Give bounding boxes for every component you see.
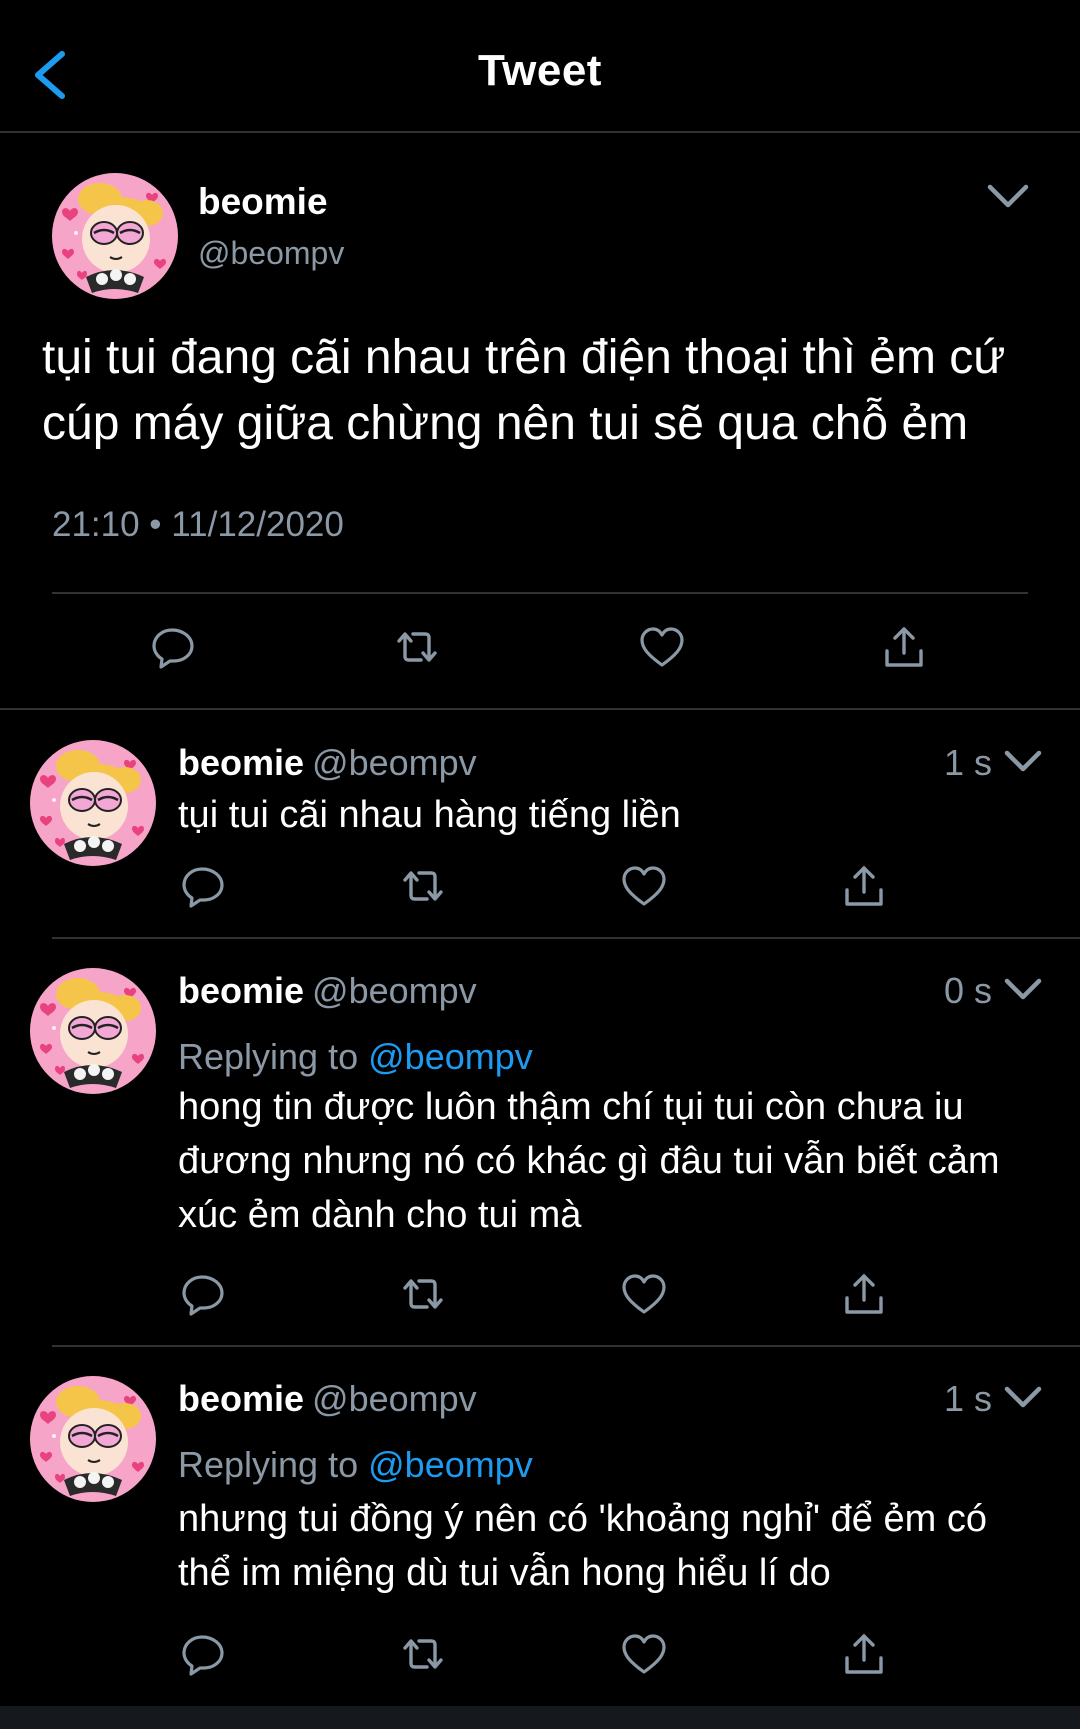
share-icon[interactable] (840, 1270, 888, 1318)
author-handle[interactable]: @beompv (198, 235, 344, 272)
bottom-bar (0, 1706, 1080, 1729)
chevron-down-icon[interactable] (1003, 972, 1043, 1008)
page-title: Tweet (478, 46, 602, 95)
reply-actions (0, 1270, 1080, 1330)
like-icon[interactable] (638, 623, 686, 671)
tweet-text: tụi tui đang cãi nhau trên điện thoại th… (42, 331, 1006, 450)
author-name[interactable]: beomie (198, 181, 328, 223)
retweet-icon[interactable] (399, 1630, 447, 1678)
avatar[interactable] (30, 1376, 156, 1502)
replying-to-line: Replying to @beompv (178, 1444, 533, 1486)
reply-icon[interactable] (150, 623, 198, 671)
reply-tweet[interactable]: beomie @beompv 1 s Replying to @beompv nh… (0, 1348, 1080, 1706)
replying-to-line: Replying to @beompv (178, 1036, 533, 1078)
reply-text: tụi tui cãi nhau hàng tiếng liền (178, 794, 681, 836)
reply-text: nhưng tui đồng ý nên có 'khoảng nghỉ' để… (178, 1498, 987, 1594)
avatar[interactable] (52, 173, 178, 299)
main-tweet: beomie @beompv tụi tui đang cãi nhau trê… (0, 133, 1080, 710)
reply-actions (0, 1630, 1080, 1690)
retweet-icon[interactable] (399, 862, 447, 910)
retweet-icon[interactable] (393, 623, 441, 671)
reply-time: 1 s (943, 1378, 992, 1419)
share-icon[interactable] (840, 1630, 888, 1678)
like-icon[interactable] (620, 1270, 668, 1318)
author-handle[interactable]: @beompv (312, 970, 477, 1011)
like-icon[interactable] (620, 862, 668, 910)
reply-icon[interactable] (180, 862, 228, 910)
author-handle[interactable]: @beompv (312, 742, 477, 783)
author-name[interactable]: beomie (178, 1378, 304, 1419)
reply-actions (0, 862, 1080, 922)
tweet-actions (0, 623, 1080, 693)
chevron-down-icon[interactable] (1003, 1380, 1043, 1416)
share-icon[interactable] (880, 623, 928, 671)
reply-author-line: beomie @beompv (178, 1378, 477, 1420)
reply-time: 0 s (943, 970, 992, 1011)
reply-time: 1 s (943, 742, 992, 783)
divider (52, 592, 1028, 594)
share-icon[interactable] (840, 862, 888, 910)
avatar[interactable] (30, 740, 156, 866)
reply-author-line: beomie @beompv (178, 970, 477, 1012)
divider (52, 937, 1080, 939)
chevron-down-icon[interactable] (986, 177, 1030, 217)
top-bar: Tweet (0, 0, 1080, 133)
tweet-timestamp: 21:10 • 11/12/2020 (52, 505, 344, 544)
reply-icon[interactable] (180, 1270, 228, 1318)
replying-to-link[interactable]: @beompv (368, 1444, 533, 1485)
like-icon[interactable] (620, 1630, 668, 1678)
author-handle[interactable]: @beompv (312, 1378, 477, 1419)
reply-icon[interactable] (180, 1630, 228, 1678)
reply-tweet[interactable]: beomie @beompv 1 s tụi tui cãi nhau hàng … (0, 712, 1080, 937)
reply-author-line: beomie @beompv (178, 742, 477, 784)
retweet-icon[interactable] (399, 1270, 447, 1318)
avatar[interactable] (30, 968, 156, 1094)
reply-tweet[interactable]: beomie @beompv 0 s Replying to @beompv ho… (0, 940, 1080, 1345)
replying-to-label: Replying to (178, 1444, 359, 1485)
replying-to-label: Replying to (178, 1036, 359, 1077)
author-name[interactable]: beomie (178, 742, 304, 783)
chevron-down-icon[interactable] (1003, 744, 1043, 780)
replying-to-link[interactable]: @beompv (368, 1036, 533, 1077)
reply-text: hong tin được luôn thậm chí tụi tui còn … (178, 1086, 1000, 1236)
author-name[interactable]: beomie (178, 970, 304, 1011)
divider (52, 1345, 1080, 1347)
